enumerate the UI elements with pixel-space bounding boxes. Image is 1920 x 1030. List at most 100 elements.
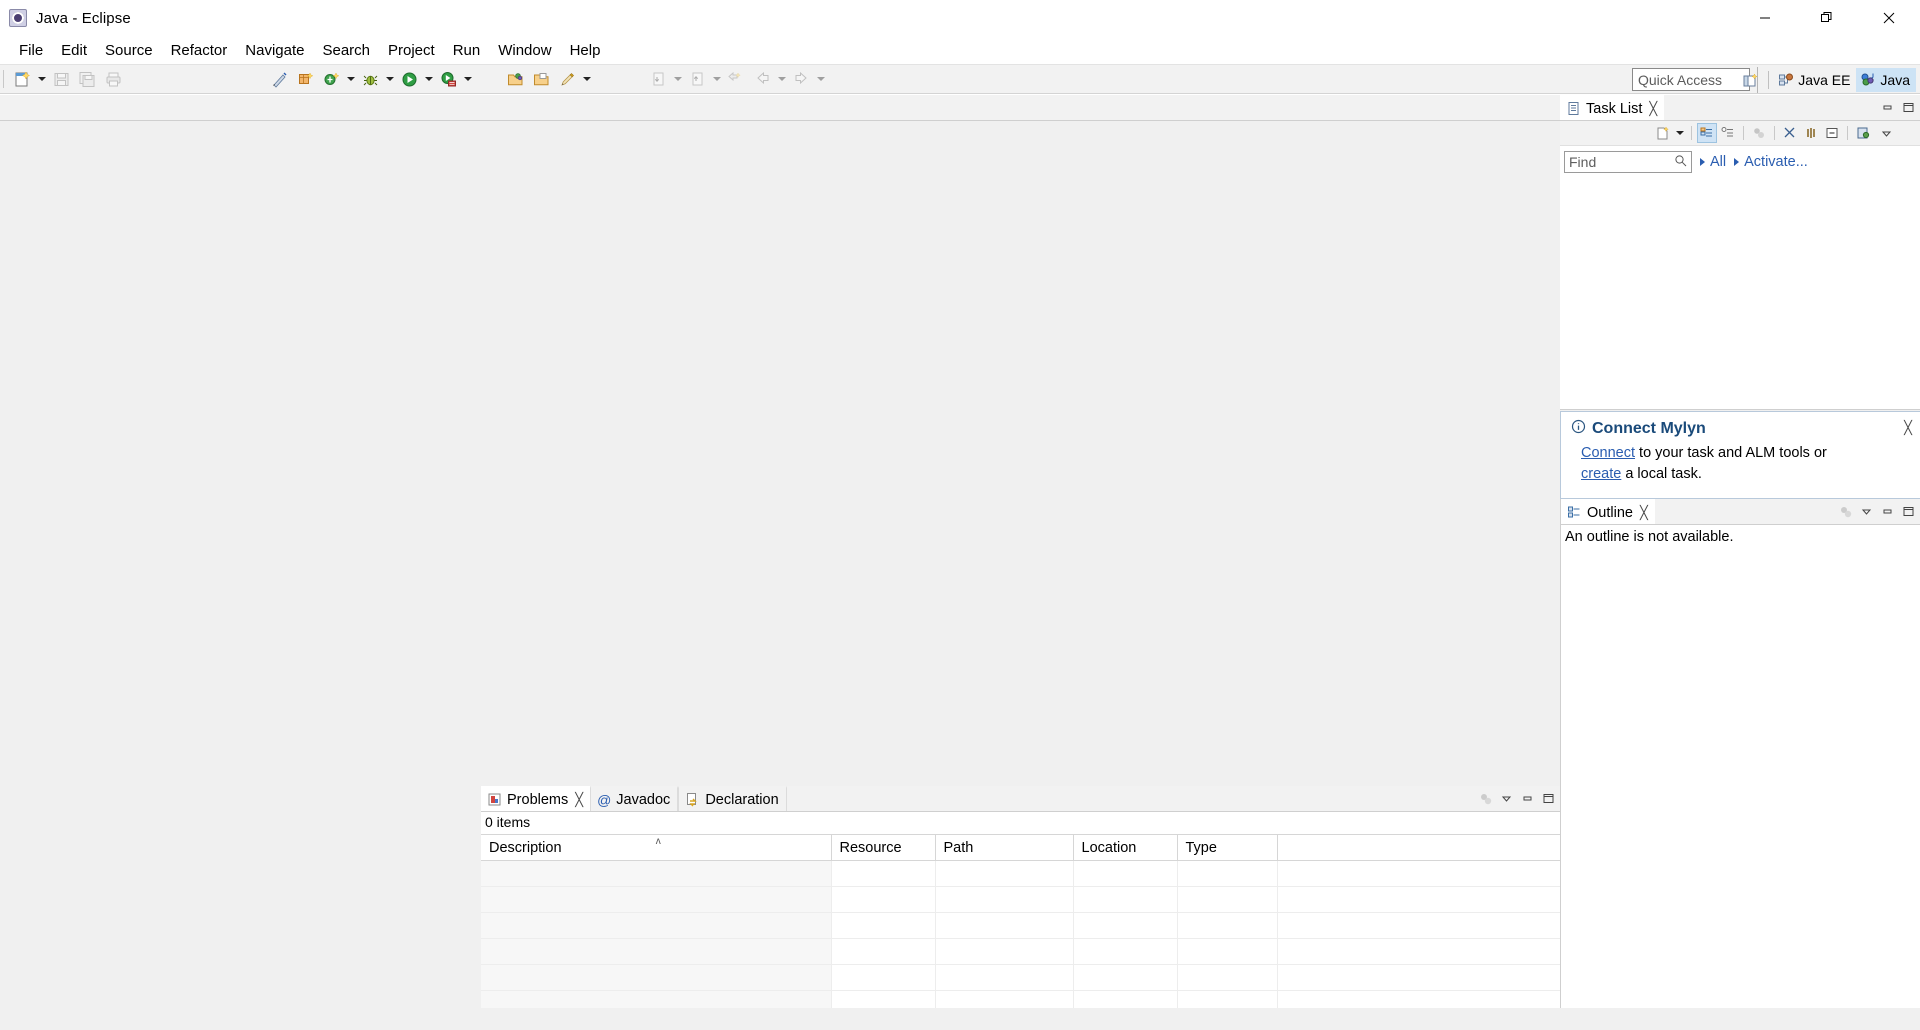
debug-dropdown-arrow[interactable] bbox=[383, 67, 396, 91]
mylyn-create-link[interactable]: create bbox=[1581, 466, 1621, 482]
run-button[interactable] bbox=[397, 67, 421, 91]
mylyn-connect-link[interactable]: Connect bbox=[1581, 445, 1635, 461]
close-icon[interactable]: ╳ bbox=[1649, 102, 1657, 115]
tab-task-list[interactable]: Task List ╳ bbox=[1560, 95, 1665, 120]
cell bbox=[831, 964, 936, 991]
find-input[interactable]: Find bbox=[1564, 150, 1692, 173]
maximize-view-button[interactable] bbox=[1898, 501, 1918, 521]
perspective-java-ee[interactable]: Java EE bbox=[1774, 68, 1856, 92]
close-icon[interactable]: ╳ bbox=[575, 793, 583, 806]
restore-button[interactable] bbox=[1796, 0, 1858, 36]
task-list-filter-all[interactable]: All bbox=[1700, 154, 1726, 170]
maximize-view-button[interactable] bbox=[1538, 788, 1558, 808]
menu-file[interactable]: File bbox=[10, 39, 52, 62]
tab-outline[interactable]: Outline ╳ bbox=[1561, 499, 1655, 524]
save-button[interactable] bbox=[49, 67, 73, 91]
quick-access-placeholder: Quick Access bbox=[1638, 71, 1723, 88]
previous-annotation-dropdown-arrow[interactable] bbox=[710, 67, 723, 91]
debug-button[interactable] bbox=[358, 67, 382, 91]
save-all-button[interactable] bbox=[75, 67, 99, 91]
task-list-empty-area[interactable] bbox=[1560, 174, 1920, 409]
menu-help[interactable]: Help bbox=[561, 39, 610, 62]
menu-search[interactable]: Search bbox=[313, 39, 379, 62]
menu-source[interactable]: Source bbox=[96, 39, 162, 62]
new-task-dropdown-arrow[interactable] bbox=[1673, 123, 1686, 143]
eclipse-icon bbox=[8, 8, 28, 28]
open-type-button[interactable] bbox=[503, 67, 527, 91]
table-row[interactable] bbox=[481, 860, 1560, 887]
search-button[interactable] bbox=[555, 67, 579, 91]
categorized-presentation-button[interactable] bbox=[1697, 123, 1717, 143]
menu-refactor[interactable]: Refactor bbox=[162, 39, 237, 62]
view-menu-button[interactable] bbox=[1856, 501, 1876, 521]
table-row[interactable] bbox=[481, 886, 1560, 913]
scheduled-presentation-button[interactable] bbox=[1718, 123, 1738, 143]
menu-window[interactable]: Window bbox=[489, 39, 560, 62]
task-repositories-button[interactable] bbox=[1853, 123, 1873, 143]
table-row[interactable] bbox=[481, 990, 1560, 1008]
new-class-button[interactable] bbox=[319, 67, 343, 91]
coverage-dropdown-arrow[interactable] bbox=[461, 67, 474, 91]
menu-navigate[interactable]: Navigate bbox=[236, 39, 313, 62]
maximize-view-button[interactable] bbox=[1898, 97, 1918, 117]
table-row[interactable] bbox=[481, 912, 1560, 939]
minimize-view-button[interactable] bbox=[1877, 97, 1897, 117]
tab-declaration[interactable]: Declaration bbox=[678, 786, 787, 811]
outline-body[interactable]: An outline is not available. bbox=[1561, 525, 1920, 1008]
previous-annotation-button[interactable] bbox=[685, 67, 709, 91]
minimize-view-button[interactable] bbox=[1517, 788, 1537, 808]
problems-table[interactable]: ʌ Description Resource Path Location Typ… bbox=[481, 834, 1560, 1008]
focus-on-active-task-button[interactable] bbox=[1835, 501, 1855, 521]
new-wizard-button[interactable] bbox=[10, 67, 34, 91]
run-dropdown-arrow[interactable] bbox=[422, 67, 435, 91]
mylyn-line-1-rest: to your task and ALM tools or bbox=[1635, 445, 1827, 461]
close-button[interactable] bbox=[1858, 0, 1920, 36]
minimize-button[interactable] bbox=[1734, 0, 1796, 36]
perspective-java[interactable]: Java bbox=[1856, 68, 1916, 92]
search-dropdown-arrow[interactable] bbox=[580, 67, 593, 91]
focus-on-active-task-button[interactable] bbox=[1475, 788, 1495, 808]
column-header-description[interactable]: ʌ Description bbox=[481, 834, 832, 861]
quick-access-input[interactable]: Quick Access bbox=[1632, 68, 1750, 91]
print-button[interactable] bbox=[101, 67, 125, 91]
toggle-mark-occurrences-button[interactable] bbox=[267, 67, 291, 91]
view-menu-button[interactable] bbox=[1496, 788, 1516, 808]
back-dropdown-arrow[interactable] bbox=[775, 67, 788, 91]
tab-problems[interactable]: Problems ╳ bbox=[481, 786, 591, 811]
last-edit-location-button[interactable] bbox=[724, 67, 748, 91]
next-annotation-button[interactable] bbox=[646, 67, 670, 91]
menu-edit[interactable]: Edit bbox=[52, 39, 96, 62]
new-task-button[interactable] bbox=[1652, 123, 1672, 143]
collapse-expand-button[interactable] bbox=[1822, 123, 1842, 143]
column-header-type[interactable]: Type bbox=[1177, 834, 1278, 861]
new-class-dropdown-arrow[interactable] bbox=[344, 67, 357, 91]
minimize-view-button[interactable] bbox=[1877, 501, 1897, 521]
new-wizard-dropdown-arrow[interactable] bbox=[35, 67, 48, 91]
coverage-button[interactable] bbox=[436, 67, 460, 91]
menu-project[interactable]: Project bbox=[379, 39, 444, 62]
restore-tasks-button[interactable] bbox=[1801, 123, 1821, 143]
table-row[interactable] bbox=[481, 964, 1560, 991]
next-annotation-dropdown-arrow[interactable] bbox=[671, 67, 684, 91]
focus-on-workweek-button[interactable] bbox=[1749, 123, 1769, 143]
forward-button[interactable] bbox=[789, 67, 813, 91]
menu-run[interactable]: Run bbox=[444, 39, 490, 62]
open-task-button[interactable] bbox=[529, 67, 553, 91]
open-perspective-button[interactable] bbox=[1737, 68, 1763, 92]
forward-dropdown-arrow[interactable] bbox=[814, 67, 827, 91]
back-button[interactable] bbox=[750, 67, 774, 91]
task-list-activate-link[interactable]: Activate... bbox=[1734, 154, 1808, 170]
outline-view: Outline ╳ An outline is not available. bbox=[1560, 499, 1920, 1008]
new-package-button[interactable] bbox=[293, 67, 317, 91]
problems-table-header: ʌ Description Resource Path Location Typ… bbox=[481, 834, 1560, 861]
table-row[interactable] bbox=[481, 938, 1560, 965]
tab-javadoc[interactable]: @ Javadoc bbox=[590, 786, 679, 811]
search-icon[interactable] bbox=[1674, 154, 1687, 170]
close-icon[interactable]: ╳ bbox=[1904, 420, 1912, 436]
column-header-path[interactable]: Path bbox=[935, 834, 1074, 861]
close-icon[interactable]: ╳ bbox=[1640, 506, 1648, 519]
column-header-location[interactable]: Location bbox=[1073, 834, 1178, 861]
view-menu-button[interactable] bbox=[1876, 123, 1896, 143]
synchronize-changed-button[interactable] bbox=[1780, 123, 1800, 143]
column-header-resource[interactable]: Resource bbox=[831, 834, 936, 861]
